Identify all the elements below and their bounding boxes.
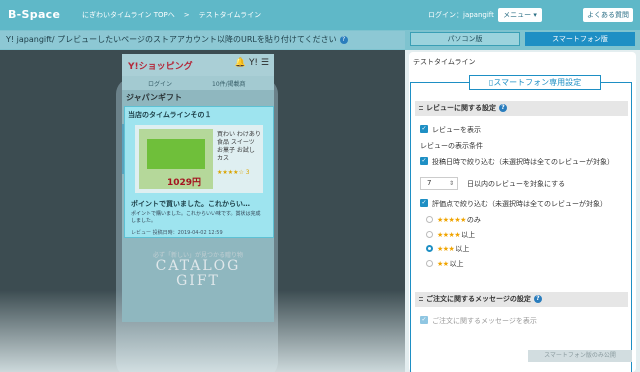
show-order-message-checkbox[interactable]: ✓ — [420, 316, 428, 324]
star-icons: ★★★★★ — [437, 216, 466, 224]
product-image: 1029円 — [139, 129, 213, 189]
smartphone-settings-label: ▯スマートフォン専用設定 — [469, 75, 601, 90]
rating-option-label: のみ — [466, 216, 481, 224]
days-select[interactable]: 7 ⇕ — [420, 177, 458, 190]
show-reviews-checkbox[interactable]: ✓ — [420, 125, 428, 133]
star-icons: ★★★ — [437, 245, 455, 253]
shop-name: ジャパンギフト — [126, 93, 182, 102]
rating-option-label: 以上 — [449, 260, 464, 268]
days-suffix-label: 日以内のレビューを対象にする — [467, 180, 566, 188]
preview-url-bar[interactable]: Y! japangift/ プレビューしたいページのストアアカウント以降のURL… — [0, 31, 405, 49]
breadcrumb: にぎわいタイムライン TOPへ > テストタイムライン — [82, 10, 261, 20]
shopping-login-row: ログイン 10件/掲載商 — [122, 76, 274, 90]
date-filter-label: 投稿日時で絞り込む（未選択時は全てのレビューが対象） — [432, 158, 614, 166]
tab-pc[interactable]: パソコン版 — [410, 32, 520, 46]
publish-smartphone-button[interactable]: スマートフォン版のみ公開 — [528, 350, 632, 362]
timeline-title: 当店のタイムラインその１ — [128, 111, 212, 119]
login-status: ログイン：japangift — [428, 11, 494, 19]
tab-smartphone[interactable]: スマートフォン版 — [525, 32, 635, 46]
show-reviews-label: レビューを表示 — [432, 126, 481, 134]
rating-radio-4[interactable] — [426, 231, 433, 238]
catalog-gift-banner: 必ず「新しい」が見つかる贈り物 CATALOG GIFT — [122, 250, 274, 289]
timeline-name: テストタイムライン — [413, 58, 476, 66]
bell-icon: 🔔 — [234, 58, 247, 68]
breadcrumb-top-link[interactable]: にぎわいタイムライン TOPへ — [82, 11, 175, 19]
review-body: ポイントで購いました。これからいい味です。賞状は完成しました。 — [131, 211, 261, 224]
rating-radio-2[interactable] — [426, 260, 433, 267]
order-settings-header: ご注文に関するメッセージの設定? — [415, 292, 628, 307]
rating-filter-label: 評価点で絞り込む（未選択時は全てのレビューが対象） — [432, 200, 607, 208]
preview-url-text: Y! japangift/ プレビューしたいページのストアアカウント以降のURL… — [6, 35, 337, 44]
rating-radio-3[interactable] — [426, 245, 433, 252]
review-settings-title: レビューに関する設定 — [426, 104, 496, 112]
shopping-later-link: 10件/掲載商 — [212, 81, 246, 88]
help-icon[interactable]: ? — [499, 104, 507, 112]
rating-option-2: ★★以上 — [437, 259, 464, 269]
product-description: 買わい わけあり食品 スイーツ お菓子 お試し カス — [217, 131, 261, 162]
top-header: B-Space にぎわいタイムライン TOPへ > テストタイムライン ログイン：j… — [0, 0, 640, 30]
breadcrumb-current: テストタイムライン — [198, 11, 262, 19]
review-settings-header: レビューに関する設定? — [415, 101, 628, 116]
shopping-header: Y!ショッピング 🔔 Y! ☰ — [122, 54, 274, 76]
date-filter-checkbox[interactable]: ✓ — [420, 157, 428, 165]
show-order-message-label: ご注文に関するメッセージを表示 — [432, 317, 537, 325]
shopping-logo: Y!ショッピング — [128, 62, 193, 72]
days-select-value: 7 — [427, 179, 432, 187]
review-title: ポイントで買いました。これからい… — [131, 200, 250, 208]
timeline-product-card: 1029円 買わい わけあり食品 スイーツ お菓子 お試し カス ★★★★☆ 3 — [135, 125, 263, 193]
help-icon[interactable]: ? — [533, 295, 542, 303]
rating-filter-checkbox[interactable]: ✓ — [420, 199, 428, 207]
shopping-header-icons: 🔔 Y! ☰ — [235, 58, 269, 68]
review-meta: レビュー 投稿日時：2019-04-02 12:59 — [131, 230, 223, 236]
phone-screen: Y!ショッピング 🔔 Y! ☰ ログイン 10件/掲載商 ジャパンギフト 当店の… — [122, 54, 274, 322]
rating-option-5: ★★★★★のみ — [437, 215, 481, 225]
product-price: 1029円 — [167, 178, 202, 188]
product-box-graphic — [147, 139, 205, 169]
star-icons: ★★★★ — [437, 231, 461, 239]
hamburger-icon: ☰ — [260, 58, 269, 68]
product-rating: ★★★★☆ 3 — [217, 169, 250, 176]
shopping-login-link: ログイン — [148, 81, 173, 88]
brand-logo[interactable]: B-Space — [8, 8, 60, 21]
smartphone-settings-text: スマートフォン専用設定 — [493, 78, 582, 87]
star-icons: ★★ — [437, 260, 449, 268]
faq-button[interactable]: よくある質問 — [583, 8, 633, 22]
drag-handle-icon[interactable] — [419, 297, 423, 301]
chevron-down-icon: ⇕ — [448, 180, 454, 187]
drag-handle-icon[interactable] — [419, 106, 423, 110]
catalog-title-1: CATALOG — [155, 258, 241, 274]
help-icon[interactable]: ? — [339, 35, 348, 44]
timeline-box: 当店のタイムラインその１ 1029円 買わい わけあり食品 スイーツ お菓子 お… — [124, 106, 274, 238]
rating-option-3: ★★★以上 — [437, 244, 469, 254]
rating-option-label: 以上 — [455, 245, 470, 253]
rating-option-4: ★★★★以上 — [437, 230, 475, 240]
yahoo-icon: Y! — [248, 58, 259, 68]
rating-radio-5[interactable] — [426, 216, 433, 223]
review-conditions-label: レビューの表示条件 — [420, 142, 483, 150]
order-settings-title: ご注文に関するメッセージの設定 — [426, 295, 531, 303]
rating-option-label: 以上 — [461, 231, 476, 239]
catalog-title-2: GIFT — [176, 273, 220, 289]
breadcrumb-separator: > — [183, 11, 190, 19]
menu-button[interactable]: メニュー ▾ — [498, 8, 542, 22]
